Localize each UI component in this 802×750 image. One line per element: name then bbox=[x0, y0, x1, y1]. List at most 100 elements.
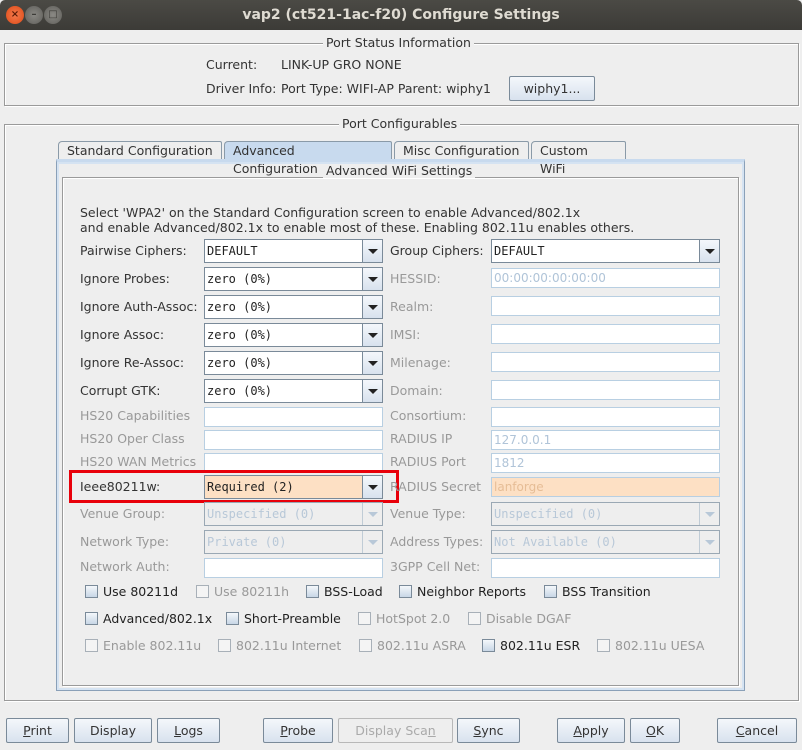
enable-80211u-checkbox[interactable]: Enable 802.11u bbox=[85, 638, 201, 654]
80211u-internet-checkbox[interactable]: 802.11u Internet bbox=[218, 638, 341, 654]
hessid-input[interactable]: 00:00:00:00:00:00 bbox=[491, 268, 720, 288]
venue-type-label: Venue Type: bbox=[390, 506, 466, 521]
checkbox-box[interactable] bbox=[597, 639, 610, 652]
radius-port-input[interactable]: 1812 bbox=[491, 453, 720, 473]
ieee80211w-highlight-box bbox=[69, 470, 399, 503]
radius-ip-input[interactable]: 127.0.0.1 bbox=[491, 430, 720, 450]
radius-secret-input[interactable]: lanforge bbox=[491, 477, 720, 497]
cancel-button[interactable]: Cancel bbox=[717, 718, 797, 743]
80211u-asra-checkbox[interactable]: 802.11u ASRA bbox=[359, 638, 466, 654]
milenage-label: Milenage: bbox=[390, 355, 451, 370]
checkbox-box[interactable] bbox=[85, 585, 98, 598]
chevron-down-icon[interactable] bbox=[699, 503, 719, 525]
checkbox-box[interactable] bbox=[468, 612, 481, 625]
maximize-icon: □ bbox=[48, 9, 58, 20]
80211u-esr-checkbox[interactable]: 802.11u ESR bbox=[482, 638, 580, 654]
driver-info-label: Driver Info: bbox=[206, 81, 277, 96]
pairwise-ciphers-value: DEFAULT bbox=[207, 244, 258, 258]
checkbox-box[interactable] bbox=[358, 612, 371, 625]
checkbox-box[interactable] bbox=[85, 612, 98, 625]
maximize-window-button[interactable]: □ bbox=[44, 6, 62, 24]
chevron-down-icon[interactable] bbox=[362, 352, 382, 374]
ignore-auth-assoc-select[interactable]: zero (0%) bbox=[204, 295, 383, 319]
corrupt-gtk-select[interactable]: zero (0%) bbox=[204, 379, 383, 403]
network-auth-input[interactable] bbox=[204, 558, 383, 578]
radius-ip-label: RADIUS IP bbox=[390, 431, 453, 446]
bss-load-checkbox[interactable]: BSS-Load bbox=[306, 584, 383, 600]
info-text-line1: Select 'WPA2' on the Standard Configurat… bbox=[80, 205, 581, 220]
parent-wiphy-button[interactable]: wiphy1... bbox=[509, 76, 595, 101]
use-80211d-checkbox[interactable]: Use 80211d bbox=[85, 584, 178, 600]
venue-type-select[interactable]: Unspecified (0) bbox=[491, 502, 720, 526]
hotspot-20-checkbox[interactable]: HotSpot 2.0 bbox=[358, 611, 450, 627]
radius-port-label: RADIUS Port bbox=[390, 454, 466, 469]
address-types-value: Not Available (0) bbox=[494, 535, 617, 549]
display-scan-button[interactable]: Display Scan bbox=[338, 718, 453, 743]
tab-standard-configuration[interactable]: Standard Configuration bbox=[58, 141, 222, 160]
hs20-oper-class-input[interactable] bbox=[204, 430, 383, 450]
chevron-down-icon[interactable] bbox=[362, 268, 382, 290]
chevron-down-icon[interactable] bbox=[362, 324, 382, 346]
tab-custom-wifi[interactable]: Custom WiFi bbox=[531, 141, 626, 176]
sync-button[interactable]: Sync bbox=[457, 718, 520, 743]
close-window-button[interactable]: × bbox=[6, 6, 24, 24]
window-titlebar[interactable]: vap2 (ct521-1ac-f20) Configure Settings bbox=[0, 0, 802, 30]
ignore-assoc-select[interactable]: zero (0%) bbox=[204, 323, 383, 347]
disable-dgaf-checkbox[interactable]: Disable DGAF bbox=[468, 611, 571, 627]
advanced-8021x-checkbox[interactable]: Advanced/802.1x bbox=[85, 611, 212, 627]
tab-misc-configuration[interactable]: Misc Configuration bbox=[394, 141, 529, 160]
realm-input[interactable] bbox=[491, 296, 720, 316]
network-type-select[interactable]: Private (0) bbox=[204, 530, 383, 554]
checkbox-box[interactable] bbox=[196, 585, 209, 598]
checkbox-box[interactable] bbox=[306, 585, 319, 598]
checkbox-box[interactable] bbox=[218, 639, 231, 652]
ignore-re-assoc-value: zero (0%) bbox=[207, 356, 273, 370]
chevron-down-icon[interactable] bbox=[362, 240, 382, 262]
80211u-uesa-checkbox[interactable]: 802.11u UESA bbox=[597, 638, 704, 654]
checkbox-box[interactable] bbox=[544, 585, 557, 598]
imsi-input[interactable] bbox=[491, 324, 720, 344]
ignore-auth-assoc-label: Ignore Auth-Assoc: bbox=[80, 299, 198, 314]
probe-button[interactable]: Probe bbox=[263, 718, 333, 743]
hessid-label: HESSID: bbox=[390, 271, 441, 286]
logs-button[interactable]: Logs bbox=[157, 718, 220, 743]
chevron-down-icon[interactable] bbox=[362, 503, 382, 525]
checkbox-box[interactable] bbox=[85, 639, 98, 652]
chevron-down-icon[interactable] bbox=[699, 531, 719, 553]
consortium-label: Consortium: bbox=[390, 408, 467, 423]
checkbox-box[interactable] bbox=[399, 585, 412, 598]
chevron-down-icon[interactable] bbox=[362, 296, 382, 318]
minimize-window-button[interactable]: – bbox=[25, 6, 43, 24]
neighbor-reports-checkbox[interactable]: Neighbor Reports bbox=[399, 584, 526, 600]
hs20-capabilities-input[interactable] bbox=[204, 407, 383, 427]
chevron-down-icon[interactable] bbox=[362, 380, 382, 402]
display-button[interactable]: Display bbox=[74, 718, 152, 743]
checkbox-box[interactable] bbox=[226, 612, 239, 625]
tab-advanced-configuration[interactable]: Advanced Configuration bbox=[224, 141, 392, 176]
checkbox-box[interactable] bbox=[482, 639, 495, 652]
domain-input[interactable] bbox=[491, 380, 720, 400]
short-preamble-checkbox[interactable]: Short-Preamble bbox=[226, 611, 341, 627]
ignore-assoc-value: zero (0%) bbox=[207, 328, 273, 342]
address-types-select[interactable]: Not Available (0) bbox=[491, 530, 720, 554]
use-80211h-checkbox[interactable]: Use 80211h bbox=[196, 584, 289, 600]
pairwise-ciphers-select[interactable]: DEFAULT bbox=[204, 239, 383, 263]
venue-group-label: Venue Group: bbox=[80, 506, 166, 521]
chevron-down-icon[interactable] bbox=[699, 240, 719, 262]
milenage-input[interactable] bbox=[491, 352, 720, 372]
group-ciphers-select[interactable]: DEFAULT bbox=[491, 239, 720, 263]
ignore-re-assoc-select[interactable]: zero (0%) bbox=[204, 351, 383, 375]
ignore-probes-select[interactable]: zero (0%) bbox=[204, 267, 383, 291]
network-auth-label: Network Auth: bbox=[80, 559, 170, 574]
bss-transition-checkbox[interactable]: BSS Transition bbox=[544, 584, 651, 600]
print-button[interactable]: Print bbox=[6, 718, 69, 743]
venue-group-select[interactable]: Unspecified (0) bbox=[204, 502, 383, 526]
ok-button[interactable]: OK bbox=[630, 718, 680, 743]
3gpp-cell-net-input[interactable] bbox=[491, 558, 720, 578]
consortium-input[interactable] bbox=[491, 407, 720, 427]
apply-button[interactable]: Apply bbox=[557, 718, 625, 743]
advanced-wifi-settings-title: Advanced WiFi Settings bbox=[323, 164, 476, 178]
chevron-down-icon[interactable] bbox=[362, 531, 382, 553]
venue-group-value: Unspecified (0) bbox=[207, 507, 316, 521]
checkbox-box[interactable] bbox=[359, 639, 372, 652]
